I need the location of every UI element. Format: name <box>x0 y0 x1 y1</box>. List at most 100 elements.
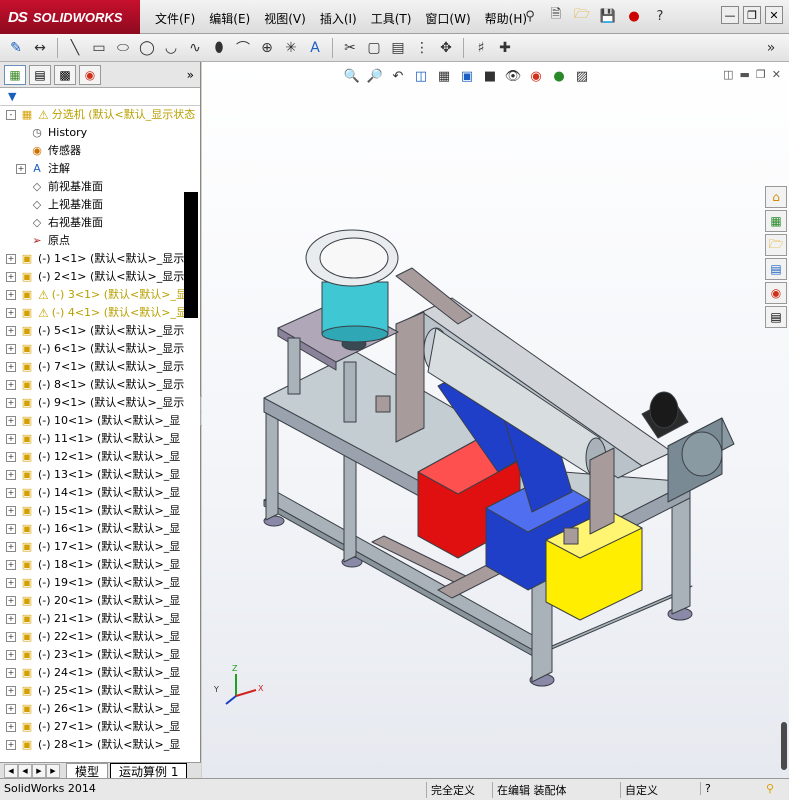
tree-filter[interactable]: ▼ <box>0 88 200 106</box>
close-icon[interactable]: ✕ <box>765 6 783 24</box>
tree-item[interactable]: + ▣ ⚠ (-) 3<1> (默认<默认>_显 <box>0 286 200 304</box>
convert-entities-icon[interactable]: ▢ <box>364 38 384 58</box>
new-document-icon[interactable]: 🗎 <box>546 6 566 26</box>
tree-item[interactable]: + ▣ (-) 28<1> (默认<默认>_显 <box>0 736 200 754</box>
tree-item[interactable]: + ▣ (-) 18<1> (默认<默认>_显 <box>0 556 200 574</box>
tree-item[interactable]: + ▣ (-) 12<1> (默认<默认>_显 <box>0 448 200 466</box>
offset-entities-icon[interactable]: ▤ <box>388 38 408 58</box>
expand-icon[interactable]: + <box>6 308 16 318</box>
menu-edit[interactable]: 编辑(E) <box>202 8 257 29</box>
expand-icon[interactable]: + <box>6 704 16 714</box>
expand-icon[interactable]: + <box>6 434 16 444</box>
tree-item[interactable]: + ▣ (-) 14<1> (默认<默认>_显 <box>0 484 200 502</box>
expand-icon[interactable]: + <box>6 452 16 462</box>
tree-item[interactable]: + ▣ (-) 6<1> (默认<默认>_显示 <box>0 340 200 358</box>
menu-file[interactable]: 文件(F) <box>148 8 202 29</box>
status-help-icon[interactable]: ? <box>700 782 711 795</box>
tree-item[interactable]: + ▣ (-) 5<1> (默认<默认>_显示 <box>0 322 200 340</box>
displaymanager-tab-icon[interactable]: ◉ <box>79 64 101 85</box>
expand-icon[interactable]: + <box>6 470 16 480</box>
open-folder-icon[interactable]: 🗁 <box>572 6 592 26</box>
status-pin-icon[interactable]: ⚲ <box>766 782 774 795</box>
tree-item[interactable]: + ▣ (-) 2<1> (默认<默认>_显示 <box>0 268 200 286</box>
expand-icon[interactable]: + <box>6 632 16 642</box>
tree-item[interactable]: + ▣ (-) 23<1> (默认<默认>_显 <box>0 646 200 664</box>
featuremanager-tab-icon[interactable]: ▦ <box>4 64 26 85</box>
expand-icon[interactable]: + <box>6 722 16 732</box>
expand-icon[interactable]: + <box>16 164 26 174</box>
arc-icon[interactable]: ◡ <box>161 38 181 58</box>
expand-icon[interactable]: + <box>6 542 16 552</box>
filter-icon[interactable]: ▼ <box>8 90 16 103</box>
repair-sketch-icon[interactable]: ✚ <box>495 38 515 58</box>
solidworks-logo[interactable]: DS SOLIDWORKS <box>0 0 140 34</box>
tree-item[interactable]: + ▣ (-) 25<1> (默认<默认>_显 <box>0 682 200 700</box>
menu-window[interactable]: 窗口(W) <box>418 8 477 29</box>
display-relations-icon[interactable]: ♯ <box>471 38 491 58</box>
expand-icon[interactable]: + <box>6 668 16 678</box>
tree-item[interactable]: + ▣ ⚠ (-) 4<1> (默认<默认>_显 <box>0 304 200 322</box>
toolbar-more-icon[interactable]: » <box>761 38 781 58</box>
text-icon[interactable]: A <box>305 38 325 58</box>
linear-pattern-icon[interactable]: ⋮ <box>412 38 432 58</box>
tree-item[interactable]: - ▦ ⚠ 分选机 (默认<默认_显示状态 <box>0 106 200 124</box>
viewport-scroll-indicator[interactable] <box>781 722 787 770</box>
spline-icon[interactable]: ∿ <box>185 38 205 58</box>
smart-dimension-icon[interactable]: ↔ <box>30 38 50 58</box>
expand-icon[interactable]: + <box>6 362 16 372</box>
expand-icon[interactable]: + <box>6 506 16 516</box>
circle-icon[interactable]: ◯ <box>137 38 157 58</box>
tree-item[interactable]: + ▣ (-) 9<1> (默认<默认>_显示 <box>0 394 200 412</box>
expand-icon[interactable]: + <box>6 560 16 570</box>
pin-icon[interactable]: ⚲ <box>520 6 540 26</box>
tree-scroll-thumb[interactable] <box>184 192 198 318</box>
tree-item[interactable]: + ▣ (-) 21<1> (默认<默认>_显 <box>0 610 200 628</box>
tree-item[interactable]: ◇ 右视基准面 <box>0 214 200 232</box>
expand-icon[interactable]: + <box>6 380 16 390</box>
trim-icon[interactable]: ✂ <box>340 38 360 58</box>
expand-icon[interactable]: + <box>6 596 16 606</box>
rebuild-traffic-light-icon[interactable]: ● <box>624 6 644 26</box>
expand-icon[interactable]: + <box>6 488 16 498</box>
menu-insert[interactable]: 插入(I) <box>313 8 364 29</box>
rectangle-icon[interactable]: ▭ <box>89 38 109 58</box>
next-tab-arrow-icon[interactable]: ▶ <box>32 763 46 778</box>
tree-item[interactable]: + ▣ (-) 24<1> (默认<默认>_显 <box>0 664 200 682</box>
save-icon[interactable]: 💾 <box>598 6 618 26</box>
centerline-icon[interactable]: ✳ <box>281 38 301 58</box>
tree-item[interactable]: + ▣ (-) 1<1> (默认<默认>_显示 <box>0 250 200 268</box>
move-entities-icon[interactable]: ✥ <box>436 38 456 58</box>
prev-tab-arrow-icon[interactable]: ◀ <box>18 763 32 778</box>
slot-icon[interactable]: ⬭ <box>113 38 133 58</box>
expand-icon[interactable]: + <box>6 326 16 336</box>
menu-tools[interactable]: 工具(T) <box>364 8 419 29</box>
tree-item[interactable]: + ▣ (-) 26<1> (默认<默认>_显 <box>0 700 200 718</box>
ellipse-icon[interactable]: ⬮ <box>209 38 229 58</box>
tree-item[interactable]: + ▣ (-) 17<1> (默认<默认>_显 <box>0 538 200 556</box>
expand-icon[interactable]: + <box>6 254 16 264</box>
configurationmanager-tab-icon[interactable]: ▩ <box>54 64 76 85</box>
sketch-icon[interactable]: ✎ <box>6 38 26 58</box>
tree-item[interactable]: + ▣ (-) 22<1> (默认<默认>_显 <box>0 628 200 646</box>
tree-item[interactable]: + ▣ (-) 19<1> (默认<默认>_显 <box>0 574 200 592</box>
expand-icon[interactable]: + <box>6 740 16 750</box>
tree-item[interactable]: ◉ 传感器 <box>0 142 200 160</box>
tree-item[interactable]: ◷ History <box>0 124 200 142</box>
collapse-icon[interactable]: - <box>6 110 16 120</box>
menu-view[interactable]: 视图(V) <box>257 8 313 29</box>
tree-item[interactable]: + ▣ (-) 15<1> (默认<默认>_显 <box>0 502 200 520</box>
tree-item[interactable]: ➢ 原点 <box>0 232 200 250</box>
tree-item[interactable]: + ▣ (-) 10<1> (默认<默认>_显 <box>0 412 200 430</box>
expand-icon[interactable]: + <box>6 686 16 696</box>
line-icon[interactable]: ╲ <box>65 38 85 58</box>
expand-icon[interactable]: + <box>6 650 16 660</box>
first-tab-arrow-icon[interactable]: ◀ <box>4 763 18 778</box>
expand-icon[interactable]: + <box>6 398 16 408</box>
tree-item[interactable]: + ▣ (-) 8<1> (默认<默认>_显示 <box>0 376 200 394</box>
tree-item[interactable]: + A 注解 <box>0 160 200 178</box>
help-icon[interactable]: ? <box>650 6 670 26</box>
restore-icon[interactable]: ❐ <box>743 6 761 24</box>
tree-item[interactable]: + ▣ (-) 20<1> (默认<默认>_显 <box>0 592 200 610</box>
point-icon[interactable]: ⊕ <box>257 38 277 58</box>
status-units[interactable]: 自定义 <box>620 782 658 798</box>
